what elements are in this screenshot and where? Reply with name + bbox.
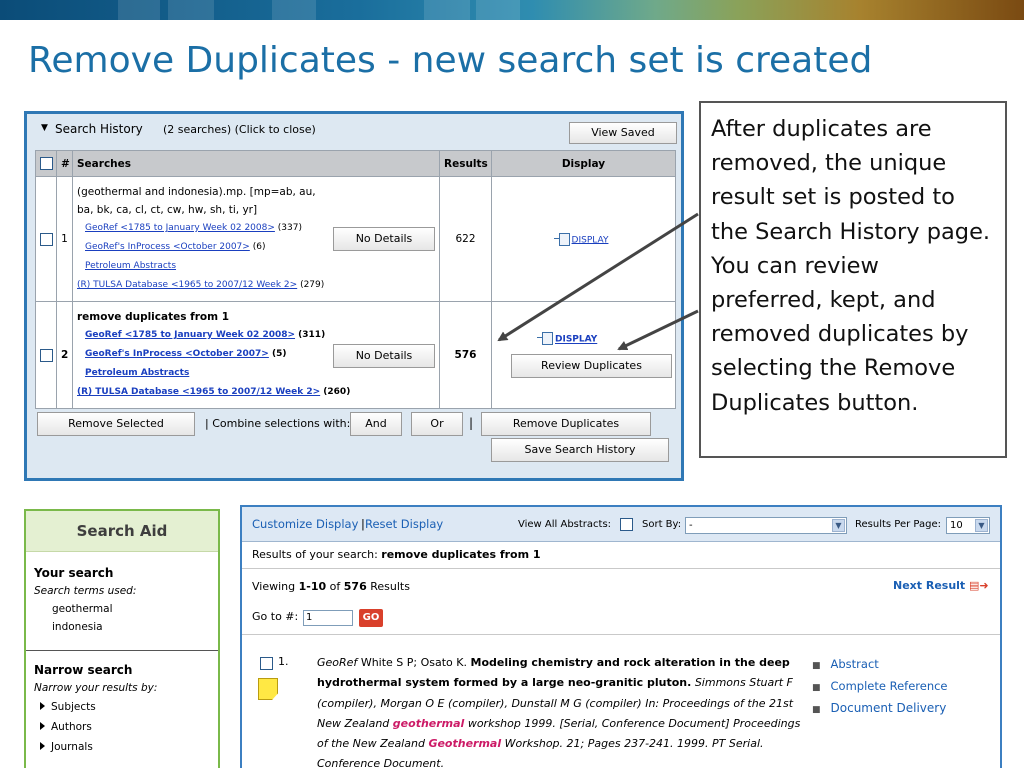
combine-label: | Combine selections with: (205, 417, 351, 430)
db-link-petroleum[interactable]: Petroleum Abstracts (85, 261, 176, 271)
db-link-petroleum[interactable]: Petroleum Abstracts (85, 368, 189, 378)
table-header-row: # Searches Results Display (35, 150, 676, 177)
and-button[interactable]: And (350, 412, 402, 436)
banner-square (118, 0, 160, 20)
your-search-heading: Your search (34, 566, 114, 580)
sticky-note-icon[interactable] (258, 678, 278, 700)
display-doc-icon (553, 232, 570, 246)
search-history-table: # Searches Results Display 1 (geothermal… (35, 150, 676, 409)
search-history-footer: Remove Selected | Combine selections wit… (35, 410, 675, 476)
expand-triangle-icon (40, 722, 45, 730)
collapse-triangle-icon[interactable]: ▼ (41, 123, 48, 133)
slide-title: Remove Duplicates - new search set is cr… (28, 40, 873, 81)
search-term: indonesia (52, 621, 103, 633)
remove-duplicates-button[interactable]: Remove Duplicates (481, 412, 651, 436)
narrow-item-authors[interactable]: Authors (34, 717, 210, 737)
banner-square (272, 0, 316, 20)
save-search-history-button[interactable]: Save Search History (491, 438, 669, 462)
row-checkbox[interactable] (40, 348, 53, 362)
row-number: 2 (56, 301, 73, 409)
banner-square (476, 0, 520, 20)
record-links: ■ Abstract ■ Complete Reference ■ Document … (812, 654, 948, 720)
col-display: Display (491, 150, 676, 177)
col-num: # (56, 150, 73, 177)
table-row: 1 (geothermal and indonesia).mp. [mp=ab,… (35, 176, 676, 302)
db-link-georef[interactable]: GeoRef <1785 to January Week 02 2008> (85, 330, 295, 340)
document-delivery-link[interactable]: ■ Document Delivery (812, 698, 948, 720)
db-link-georef-inprocess[interactable]: GeoRef's InProcess <October 2007> (85, 349, 269, 359)
narrow-item-journals[interactable]: Journals (34, 737, 210, 757)
abstract-link[interactable]: ■ Abstract (812, 654, 948, 676)
search-aid-title: Search Aid (26, 511, 218, 552)
record-checkbox[interactable] (260, 657, 273, 670)
search-count: (2 searches) (Click to close) (163, 123, 316, 136)
select-all-cell[interactable] (35, 150, 57, 177)
narrow-search-heading: Narrow search (34, 663, 133, 677)
footer-separator: | (469, 416, 474, 430)
no-details-button[interactable]: No Details (333, 227, 435, 251)
result-count: 576 (439, 301, 492, 409)
search-history-title[interactable]: Search History (55, 122, 143, 136)
expand-triangle-icon (40, 742, 45, 750)
search-query: remove duplicates from 1 (77, 311, 229, 323)
remove-selected-button[interactable]: Remove Selected (37, 412, 195, 436)
divider (26, 650, 218, 651)
banner-square (424, 0, 470, 20)
results-panel: Customize Display | Reset Display View A… (240, 505, 1002, 768)
select-all-checkbox[interactable] (40, 157, 53, 170)
terms-used-label: Search terms used: (34, 585, 137, 597)
record-number: 1. (278, 655, 289, 668)
view-saved-button[interactable]: View Saved (569, 122, 677, 144)
display-doc-icon (537, 332, 553, 345)
record-citation: GeoRef White S P; Osato K. Modeling chem… (317, 656, 801, 768)
banner-square (168, 0, 214, 20)
db-link-georef-inprocess[interactable]: GeoRef's InProcess <October 2007> (85, 242, 250, 252)
search-aid-panel: Search Aid Your search Search terms used… (24, 509, 220, 768)
search-history-header[interactable]: ▼ Search History (2 searches) (Click to … (35, 120, 677, 144)
db-link-tulsa[interactable]: (R) TULSA Database <1965 to 2007/12 Week… (77, 387, 320, 397)
col-results: Results (439, 150, 492, 177)
search-term: geothermal (52, 603, 113, 615)
or-button[interactable]: Or (411, 412, 463, 436)
db-link-georef[interactable]: GeoRef <1785 to January Week 02 2008> (85, 223, 275, 233)
table-row: 2 remove duplicates from 1 GeoRef <1785 … (35, 301, 676, 409)
narrow-item-subjects[interactable]: Subjects (34, 697, 210, 717)
display-link[interactable]: DISPLAY (555, 335, 597, 345)
col-searches: Searches (72, 150, 440, 177)
narrow-by-label: Narrow your results by: (34, 682, 158, 694)
top-banner (0, 0, 1024, 20)
callout-text: After duplicates are removed, the unique… (711, 116, 991, 416)
db-link-tulsa[interactable]: (R) TULSA Database <1965 to 2007/12 Week… (77, 280, 297, 290)
record-1: 1. GeoRef White S P; Osato K. Modeling c… (242, 507, 1000, 768)
callout-box: After duplicates are removed, the unique… (699, 101, 1007, 458)
expand-triangle-icon (40, 702, 45, 710)
display-link[interactable]: DISPLAY (572, 235, 609, 245)
review-duplicates-button[interactable]: Review Duplicates (511, 354, 672, 378)
row-checkbox[interactable] (40, 232, 53, 246)
search-query: (geothermal and indonesia).mp. [mp=ab, a… (77, 186, 316, 216)
complete-reference-link[interactable]: ■ Complete Reference (812, 676, 948, 698)
result-count: 622 (439, 176, 492, 302)
search-history-panel: ▼ Search History (2 searches) (Click to … (24, 111, 684, 481)
no-details-button[interactable]: No Details (333, 344, 435, 368)
row-number: 1 (56, 176, 73, 302)
